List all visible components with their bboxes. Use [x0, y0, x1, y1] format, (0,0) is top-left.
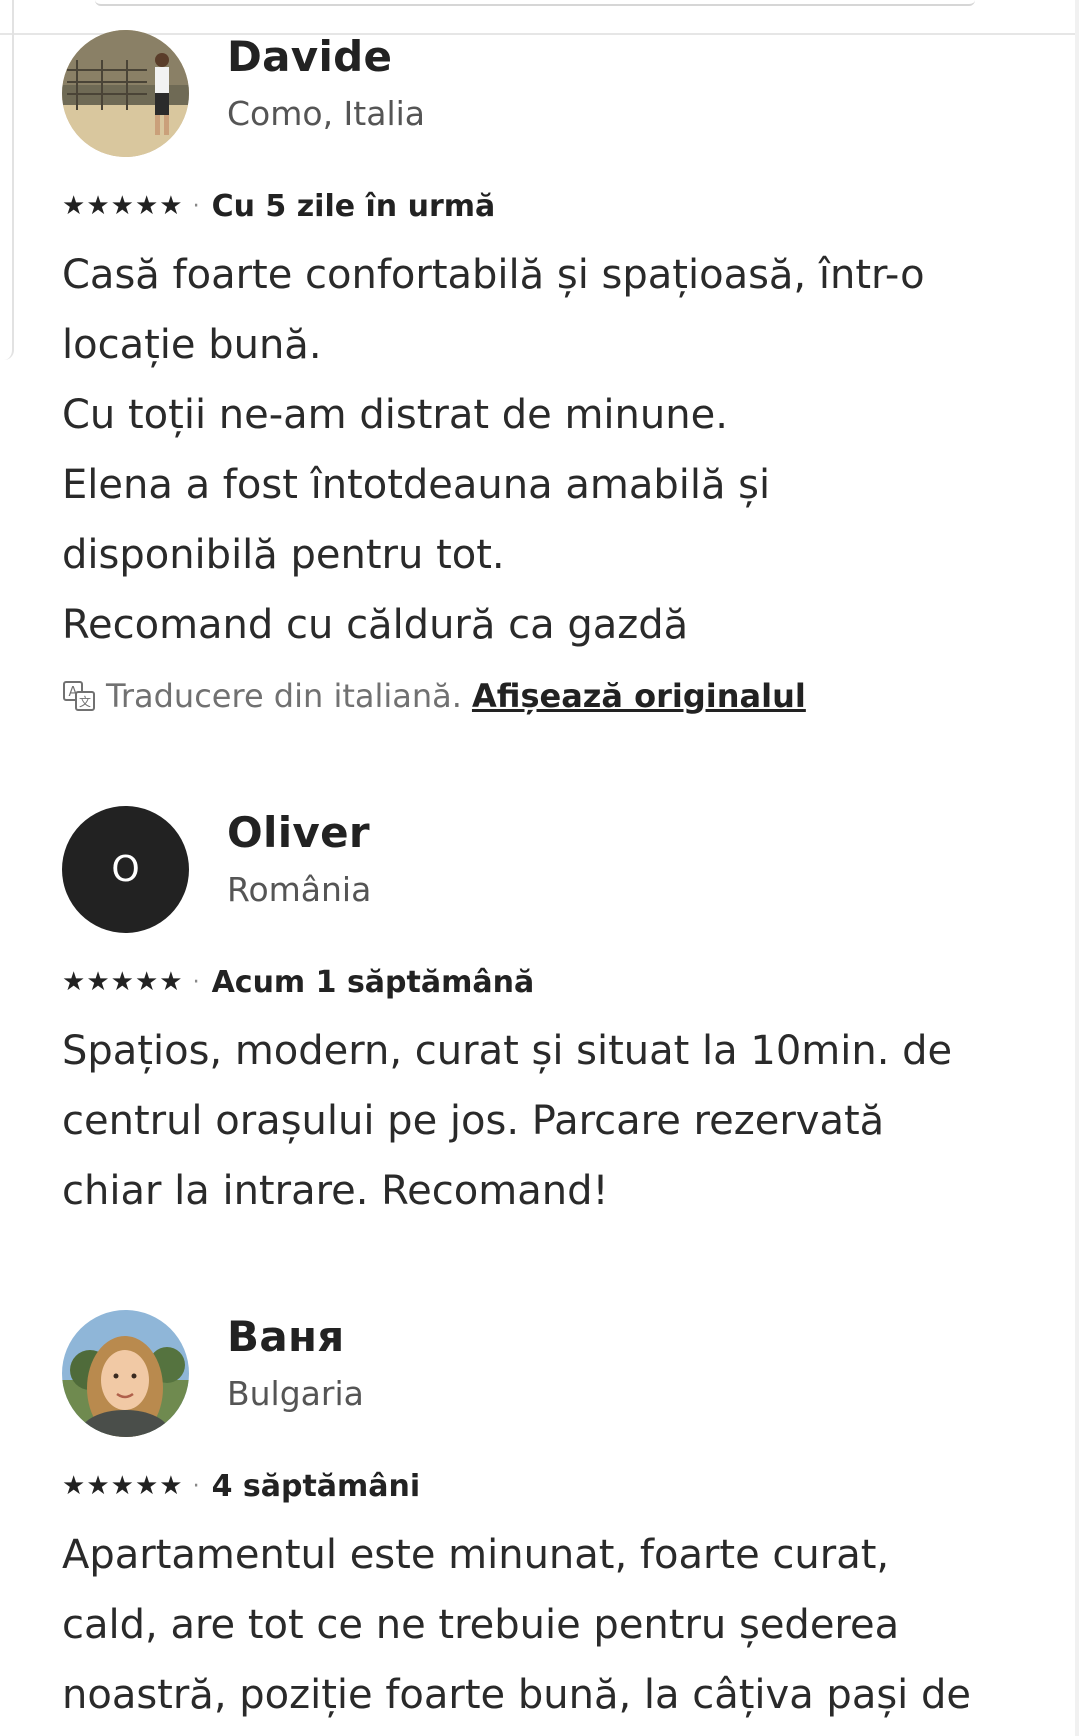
star-icon: ★	[86, 191, 110, 221]
review-meta: ★ ★ ★ ★ ★ · Cu 5 zile în urmă	[62, 186, 1022, 226]
reviewer-location: România	[227, 870, 372, 909]
review-text: Apartamentul este minunat, foarte curat,…	[62, 1532, 972, 1718]
star-icon: ★	[86, 1471, 110, 1501]
review-meta: ★ ★ ★ ★ ★ · 4 săptămâni	[62, 1466, 1022, 1506]
rating-stars: ★ ★ ★ ★ ★	[62, 193, 183, 219]
top-card-edge	[95, 0, 975, 6]
star-icon: ★	[86, 967, 110, 997]
show-original-link[interactable]: Afișează originalul	[472, 677, 806, 715]
star-icon: ★	[110, 967, 134, 997]
star-icon: ★	[62, 191, 86, 221]
separator-dot: ·	[192, 1473, 200, 1499]
reviewer-name[interactable]: Oliver	[227, 808, 370, 857]
review-date: Cu 5 zile în urmă	[211, 188, 496, 224]
translate-icon: A 文	[63, 681, 95, 711]
translation-label: Traducere din italiană.	[106, 677, 462, 715]
avatar-davide[interactable]	[62, 30, 189, 157]
review-card: Ваня Bulgaria ★ ★ ★ ★ ★ · 4 săptămâni Ap…	[62, 1310, 1022, 1730]
svg-text:文: 文	[79, 694, 91, 709]
scrollbar-track[interactable]	[1075, 0, 1079, 1736]
left-panel-edge	[0, 0, 14, 360]
avatar-vanya[interactable]	[62, 1310, 189, 1437]
star-icon: ★	[134, 967, 159, 997]
separator-dot: ·	[192, 969, 200, 995]
translation-note: A 文 Traducere din italiană. Afișează ori…	[62, 668, 1022, 724]
star-icon: ★	[134, 191, 159, 221]
reviewer-location: Como, Italia	[227, 94, 425, 133]
reviewer-name[interactable]: Ваня	[227, 1312, 345, 1361]
star-icon: ★	[134, 1471, 159, 1501]
review-date: 4 săptămâni	[211, 1468, 421, 1504]
reviewer-location: Bulgaria	[227, 1374, 364, 1413]
star-icon: ★	[110, 1471, 134, 1501]
star-icon: ★	[62, 967, 86, 997]
review-date: Acum 1 săptămână	[211, 964, 535, 1000]
review-meta: ★ ★ ★ ★ ★ · Acum 1 săptămână	[62, 962, 1022, 1002]
review-header: O Oliver România	[62, 806, 1022, 936]
star-icon: ★	[62, 1471, 86, 1501]
separator-dot: ·	[192, 193, 200, 219]
star-icon: ★	[159, 1471, 183, 1501]
reviewer-name[interactable]: Davide	[227, 32, 392, 81]
avatar-photo-icon	[62, 1310, 189, 1437]
review-card: O Oliver România ★ ★ ★ ★ ★ · Acum 1 săpt…	[62, 806, 1022, 1226]
review-header: Davide Como, Italia	[62, 30, 1022, 160]
review-text: Casă foarte confortabilă și spațioasă, î…	[62, 252, 925, 648]
review-header: Ваня Bulgaria	[62, 1310, 1022, 1440]
star-icon: ★	[110, 191, 134, 221]
avatar-photo-icon	[62, 30, 189, 157]
star-icon: ★	[159, 191, 183, 221]
review-card: Davide Como, Italia ★ ★ ★ ★ ★ · Cu 5 zil…	[62, 30, 1022, 724]
star-icon: ★	[159, 967, 183, 997]
avatar-oliver[interactable]: O	[62, 806, 189, 933]
rating-stars: ★ ★ ★ ★ ★	[62, 1473, 183, 1499]
review-text: Spațios, modern, curat și situat la 10mi…	[62, 1028, 953, 1214]
rating-stars: ★ ★ ★ ★ ★	[62, 969, 183, 995]
